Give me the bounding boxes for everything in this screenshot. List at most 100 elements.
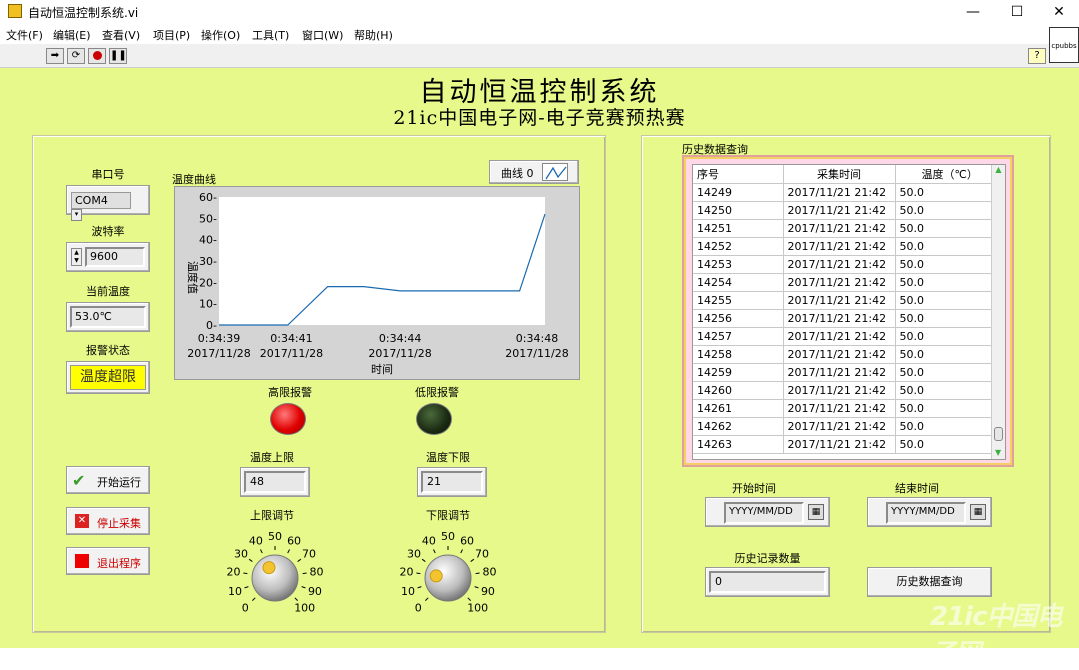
x-tick-time: 0:34:41 (270, 332, 312, 345)
menu-edit[interactable]: 编辑(E) (53, 27, 91, 43)
low-alarm-led (416, 403, 452, 435)
stop-acquire-button[interactable]: ✕ 停止采集 (66, 507, 150, 535)
x-icon: ✕ (75, 514, 89, 528)
knob-tick-label: 0 (415, 602, 422, 615)
stepper-arrows-icon[interactable]: ▲ ▼ (71, 248, 82, 266)
knob-tick-mark (417, 586, 422, 589)
knob-tick-mark (421, 558, 426, 562)
cell-temp: 50.0 (895, 183, 1005, 202)
knob-tick-mark (252, 597, 256, 601)
knob-tick-mark (475, 572, 480, 575)
menu-operate[interactable]: 操作(O) (201, 27, 240, 43)
knob-tick-label: 100 (467, 602, 488, 615)
cell-id: 14258 (693, 345, 784, 364)
y-tick-label: 40- (199, 234, 217, 247)
menu-file[interactable]: 文件(F) (6, 27, 43, 43)
start-time-value[interactable]: YYYY/MM/DD (724, 502, 804, 524)
checkmark-icon: ✔ (72, 471, 86, 490)
scroll-up-icon[interactable]: ▲ (992, 165, 1005, 174)
run-arrow-icon[interactable]: ➡ (46, 48, 64, 64)
y-tick-label: 60- (199, 191, 217, 204)
start-time-picker[interactable]: YYYY/MM/DD ▦ (705, 497, 830, 527)
knob-tick-label: 20 (400, 565, 414, 578)
table-row[interactable]: 14250 2017/11/21 21:42 50.0 (693, 201, 1005, 220)
maximize-button[interactable]: ☐ (995, 0, 1039, 24)
cell-temp: 50.0 (895, 273, 1005, 292)
col-header-temp: 温度（℃） (895, 165, 1005, 184)
table-scrollbar[interactable]: ▲ ▼ (991, 165, 1005, 459)
table-row[interactable]: 14251 2017/11/21 21:42 50.0 (693, 219, 1005, 238)
history-table[interactable]: 序号 采集时间 温度（℃） 14249 2017/11/21 21:42 50.0 1… (692, 164, 1006, 460)
table-row[interactable]: 14260 2017/11/21 21:42 50.0 (693, 381, 1005, 400)
knob-pointer (262, 561, 276, 575)
cell-temp: 50.0 (895, 399, 1005, 418)
start-time-label: 开始时间 (732, 482, 776, 495)
help-icon[interactable]: ? (1028, 48, 1046, 64)
menu-tools[interactable]: 工具(T) (252, 27, 289, 43)
knob-tick-label: 10 (401, 585, 415, 598)
table-row[interactable]: 14253 2017/11/21 21:42 50.0 (693, 255, 1005, 274)
cell-temp: 50.0 (895, 309, 1005, 328)
menu-view[interactable]: 查看(V) (102, 27, 140, 43)
x-tick-time: 0:34:44 (379, 332, 421, 345)
table-row[interactable]: 14255 2017/11/21 21:42 50.0 (693, 291, 1005, 310)
table-row[interactable]: 14261 2017/11/21 21:42 50.0 (693, 399, 1005, 418)
high-alarm-label: 高限报警 (268, 386, 312, 399)
knob-tick-label: 80 (482, 565, 496, 578)
history-query-button[interactable]: 历史数据查询 (867, 567, 992, 597)
close-button[interactable]: ✕ (1037, 0, 1079, 24)
scroll-thumb[interactable] (994, 427, 1003, 441)
x-tick-time: 0:34:39 (198, 332, 240, 345)
knob-tick-label: 0 (242, 602, 249, 615)
start-button-label: 开始运行 (97, 476, 141, 489)
pause-icon[interactable]: ❚❚ (109, 48, 127, 64)
legend-line-icon (542, 163, 568, 181)
dropdown-arrow-icon[interactable]: ▾ (71, 209, 82, 221)
end-time-value[interactable]: YYYY/MM/DD (886, 502, 966, 524)
knob-tick-mark (244, 586, 249, 589)
cell-id: 14250 (693, 201, 784, 220)
menu-help[interactable]: 帮助(H) (354, 27, 393, 43)
abort-stop-icon[interactable] (88, 48, 106, 64)
calendar-icon[interactable]: ▦ (808, 504, 824, 520)
table-row[interactable]: 14254 2017/11/21 21:42 50.0 (693, 273, 1005, 292)
calendar-icon[interactable]: ▦ (970, 504, 986, 520)
upper-limit-knob[interactable]: 010 20 3040 50 6070 80 90 100 (220, 520, 330, 630)
knob-tick-label: 70 (475, 547, 489, 560)
end-time-picker[interactable]: YYYY/MM/DD ▦ (867, 497, 992, 527)
stop-square-icon (75, 554, 89, 568)
table-row[interactable]: 14263 2017/11/21 21:42 50.0 (693, 435, 1005, 454)
record-count-value: 0 (709, 571, 826, 593)
lower-limit-knob[interactable]: 010 20 3040 50 6070 80 90 100 (393, 520, 503, 630)
knob-tick-label: 100 (294, 602, 315, 615)
start-button[interactable]: ✔ 开始运行 (66, 466, 150, 494)
lower-limit-box: 21 (417, 467, 487, 497)
knob-tick-mark (425, 597, 429, 601)
cell-id: 14252 (693, 237, 784, 256)
exit-button[interactable]: 退出程序 (66, 547, 150, 575)
cell-time: 2017/11/21 21:42 (783, 363, 896, 382)
table-row[interactable]: 14256 2017/11/21 21:42 50.0 (693, 309, 1005, 328)
table-row[interactable]: 14262 2017/11/21 21:42 50.0 (693, 417, 1005, 436)
cell-id: 14255 (693, 291, 784, 310)
chart-title: 温度曲线 (172, 173, 216, 186)
table-row[interactable]: 14252 2017/11/21 21:42 50.0 (693, 237, 1005, 256)
chart-legend[interactable]: 曲线 0 (489, 160, 579, 184)
table-row[interactable]: 14257 2017/11/21 21:42 50.0 (693, 327, 1005, 346)
run-continuously-icon[interactable]: ⟳ (67, 48, 85, 64)
x-tick-date: 2017/11/28 (260, 347, 323, 360)
knob-tick-mark (287, 549, 290, 554)
knob-tick-mark (416, 572, 421, 575)
current-temp-label: 当前温度 (86, 285, 130, 298)
menu-window[interactable]: 窗口(W) (302, 27, 343, 43)
minimize-button[interactable]: — (951, 0, 995, 24)
menu-project[interactable]: 项目(P) (153, 27, 190, 43)
table-row[interactable]: 14259 2017/11/21 21:42 50.0 (693, 363, 1005, 382)
cell-id: 14256 (693, 309, 784, 328)
scroll-down-icon[interactable]: ▼ (995, 448, 1001, 457)
baud-control[interactable]: ▲ ▼ 9600 (66, 242, 150, 272)
table-row[interactable]: 14258 2017/11/21 21:42 50.0 (693, 345, 1005, 364)
baud-value[interactable]: 9600 (85, 247, 145, 267)
table-row[interactable]: 14249 2017/11/21 21:42 50.0 (693, 183, 1005, 202)
port-select[interactable]: COM4 ▾ (66, 185, 150, 221)
